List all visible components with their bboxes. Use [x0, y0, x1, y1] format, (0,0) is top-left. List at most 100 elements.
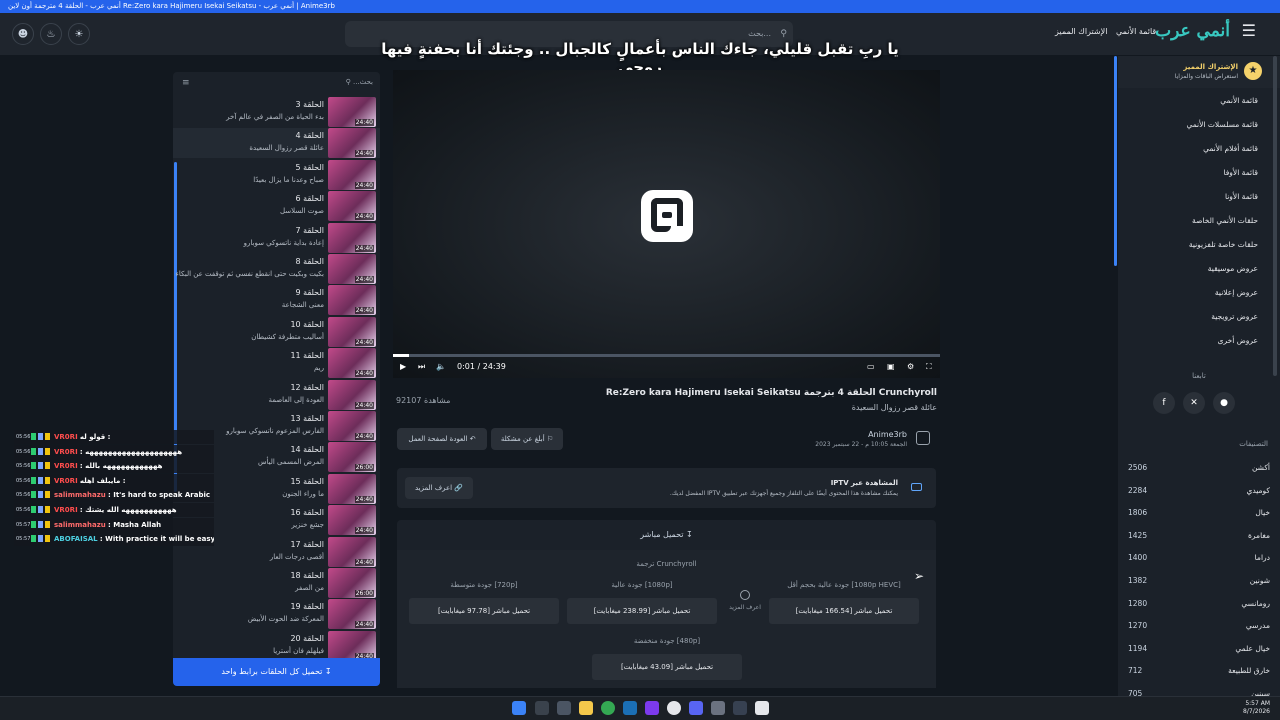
- episode-item[interactable]: 24:40 الحلقة 9 معنى الشجاعة: [173, 285, 380, 316]
- downloads-header[interactable]: تحميل مباشر ↧: [397, 520, 936, 550]
- direct-download-button[interactable]: تحميل مباشر [97.78 ميغابايت]: [409, 598, 559, 624]
- facebook-icon[interactable]: f: [1153, 392, 1175, 414]
- sidebar-menu-item[interactable]: عروض ترويجية: [1211, 312, 1258, 321]
- chat-user[interactable]: VR0RI: [54, 433, 78, 441]
- category-item[interactable]: شونين 1382: [1118, 570, 1280, 592]
- sidebar-menu-item[interactable]: قائمة الأنمي: [1220, 96, 1258, 105]
- report-problem-button[interactable]: أبلغ عن مشكلة ⚐: [491, 428, 563, 450]
- badge-icon: [31, 520, 36, 528]
- iptv-learn-more-button[interactable]: اعرف المزيد 🔗: [405, 477, 473, 499]
- nav-anime-list-link[interactable]: قائمة الأنمي: [1116, 27, 1156, 36]
- episode-item[interactable]: 24:40 الحلقة 20 فيلهلم فان أستريا: [173, 630, 380, 661]
- sidebar-menu-item[interactable]: عروض إعلانية: [1215, 288, 1258, 297]
- episode-item[interactable]: 24:40 الحلقة 19 المعركة ضد الحوت الأبيض: [173, 599, 380, 630]
- chrome-icon[interactable]: [601, 701, 615, 715]
- sidebar-menu-item[interactable]: قائمة مسلسلات الأنمي: [1186, 120, 1258, 129]
- x-twitter-icon[interactable]: ✕: [1183, 392, 1205, 414]
- episode-item[interactable]: 24:40 الحلقة 10 أساليب متطرفة كشيطان: [173, 316, 380, 347]
- app-icon[interactable]: [645, 701, 659, 715]
- category-item[interactable]: كوميدي 2284: [1118, 480, 1280, 502]
- sidebar-menu-item[interactable]: قائمة الأوفا: [1223, 168, 1258, 177]
- category-item[interactable]: مدرسي 1270: [1118, 615, 1280, 637]
- category-item[interactable]: خارق للطبيعة 712: [1118, 660, 1280, 682]
- premium-banner[interactable]: ★ الإشتراك المميز استعراض الباقات والمزا…: [1118, 56, 1280, 88]
- user-icon[interactable]: ☻: [12, 23, 34, 45]
- browser-app-icon[interactable]: [755, 701, 769, 715]
- chat-user[interactable]: VR0RI: [54, 462, 78, 470]
- episode-item[interactable]: 24:40 الحلقة 7 إعادة بداية ناتسوكي سوبارو: [173, 222, 380, 253]
- subtitles-icon[interactable]: ▭: [867, 362, 875, 371]
- uploader-name[interactable]: Anime3rb: [815, 430, 907, 439]
- pip-icon[interactable]: ▣: [887, 362, 895, 371]
- video-player[interactable]: ▶ ⏭ 🔈 0:01 / 24:39 ▭ ▣ ⚙ ⛶: [393, 70, 940, 378]
- sidebar-menu-item[interactable]: عروض أخرى: [1218, 336, 1258, 345]
- episode-item[interactable]: 24:40 الحلقة 11 ريم: [173, 348, 380, 379]
- sidebar-menu-item[interactable]: قائمة أفلام الأنمي: [1203, 144, 1258, 153]
- page-scrollbar[interactable]: [1273, 56, 1277, 376]
- episode-thumbnail: 24:40: [328, 191, 376, 222]
- episode-item[interactable]: 24:40 الحلقة 3 بدء الحياة من الصفر في عالم…: [173, 97, 380, 127]
- direct-download-button[interactable]: تحميل مباشر [238.99 ميغابايت]: [567, 598, 717, 624]
- category-item[interactable]: خيال علمي 1194: [1118, 638, 1280, 660]
- sun-icon[interactable]: ☀: [68, 23, 90, 45]
- episode-duration: 24:40: [354, 307, 374, 315]
- steam-icon[interactable]: [623, 701, 637, 715]
- sidebar-menu-item[interactable]: حلقات خاصة تلفزيونية: [1189, 240, 1258, 249]
- badge-icon: [45, 462, 50, 470]
- episode-search-input[interactable]: بحث... ⚲: [193, 78, 373, 92]
- system-clock[interactable]: 5:57 AM 8/7/2026: [1243, 700, 1270, 716]
- episode-item[interactable]: 24:40 الحلقة 6 صوت السلاسل: [173, 191, 380, 222]
- direct-download-button[interactable]: تحميل مباشر [166.54 ميغابايت]: [769, 598, 919, 624]
- volume-icon[interactable]: 🔈: [436, 362, 446, 371]
- category-item[interactable]: أكشن 2506: [1118, 457, 1280, 479]
- chat-user[interactable]: VR0RI: [54, 506, 78, 514]
- chat-user[interactable]: ABOFAISAL: [54, 535, 98, 543]
- chat-user[interactable]: VR0RI: [54, 477, 78, 485]
- category-item[interactable]: مغامرة 1425: [1118, 525, 1280, 547]
- category-item[interactable]: دراما 1400: [1118, 547, 1280, 569]
- filter-icon[interactable]: ≡: [182, 78, 190, 88]
- uploader-avatar[interactable]: [916, 431, 930, 445]
- chat-user[interactable]: salimmahazu: [54, 521, 106, 529]
- category-item[interactable]: رومانسي 1280: [1118, 593, 1280, 615]
- threads-icon[interactable]: ●: [1213, 392, 1235, 414]
- direct-download-button[interactable]: تحميل مباشر [43.09 ميغابايت]: [592, 654, 742, 680]
- episode-thumbnail: 24:40: [328, 316, 376, 347]
- badge-icon: [38, 433, 43, 440]
- app-icon-2[interactable]: [711, 701, 725, 715]
- task-view-icon[interactable]: [557, 701, 571, 715]
- sidebar-menu-item[interactable]: قائمة الأونا: [1225, 192, 1258, 201]
- menu-icon[interactable]: ☰: [1242, 21, 1256, 40]
- fullscreen-icon[interactable]: ⛶: [926, 362, 932, 372]
- sidebar-scrollbar[interactable]: [1114, 56, 1117, 266]
- obs-icon[interactable]: [667, 701, 681, 715]
- episode-item[interactable]: 24:40 الحلقة 12 العودة إلى العاصمة: [173, 379, 380, 410]
- download-all-button[interactable]: تحميل كل الحلقات برابط واحد ↧: [173, 658, 380, 686]
- sidebar-menu-item[interactable]: عروض موسيقية: [1208, 264, 1258, 273]
- site-logo[interactable]: أنمي عرب: [1155, 21, 1230, 41]
- progress-bar[interactable]: [393, 354, 940, 357]
- next-icon[interactable]: ⏭: [418, 362, 425, 372]
- chat-user[interactable]: VR0RI: [54, 448, 78, 456]
- episode-item[interactable]: 24:40 الحلقة 5 صباح وعدنا ما يزال بعيدًا: [173, 159, 380, 190]
- episode-duration: 26:00: [354, 464, 374, 472]
- settings-icon[interactable]: ⚙: [907, 362, 914, 371]
- episode-item[interactable]: 26:00 الحلقة 18 من الصفر: [173, 568, 380, 598]
- capcut-icon[interactable]: [733, 701, 747, 715]
- back-to-work-button[interactable]: العودة لصفحة العمل ↶: [397, 428, 487, 450]
- episode-item[interactable]: 24:40 الحلقة 4 عائلة قصر رزوال السعيدة: [173, 128, 380, 159]
- nav-premium-link[interactable]: الإشتراك المميز: [1055, 27, 1107, 36]
- discord-icon[interactable]: [689, 701, 703, 715]
- bell-icon[interactable]: ♨: [40, 23, 62, 45]
- sidebar-menu-item[interactable]: حلقات الأنمي الخاصة: [1192, 216, 1258, 225]
- windows-start-icon[interactable]: [512, 701, 526, 715]
- category-item[interactable]: خيال 1806: [1118, 502, 1280, 524]
- episode-name: عائلة قصر رزوال السعيدة: [249, 144, 324, 153]
- search-taskbar-icon[interactable]: [535, 701, 549, 715]
- file-explorer-icon[interactable]: [579, 701, 593, 715]
- quality-learn-more[interactable]: اعرف المزيد: [725, 580, 765, 626]
- episode-item[interactable]: 24:40 الحلقة 8 بكيت وبكيت حتى انقطع نفسي ث…: [173, 254, 380, 284]
- category-count: 1382: [1128, 576, 1148, 585]
- play-icon[interactable]: ▶: [400, 362, 406, 371]
- chat-user[interactable]: salimmahazu: [54, 491, 106, 499]
